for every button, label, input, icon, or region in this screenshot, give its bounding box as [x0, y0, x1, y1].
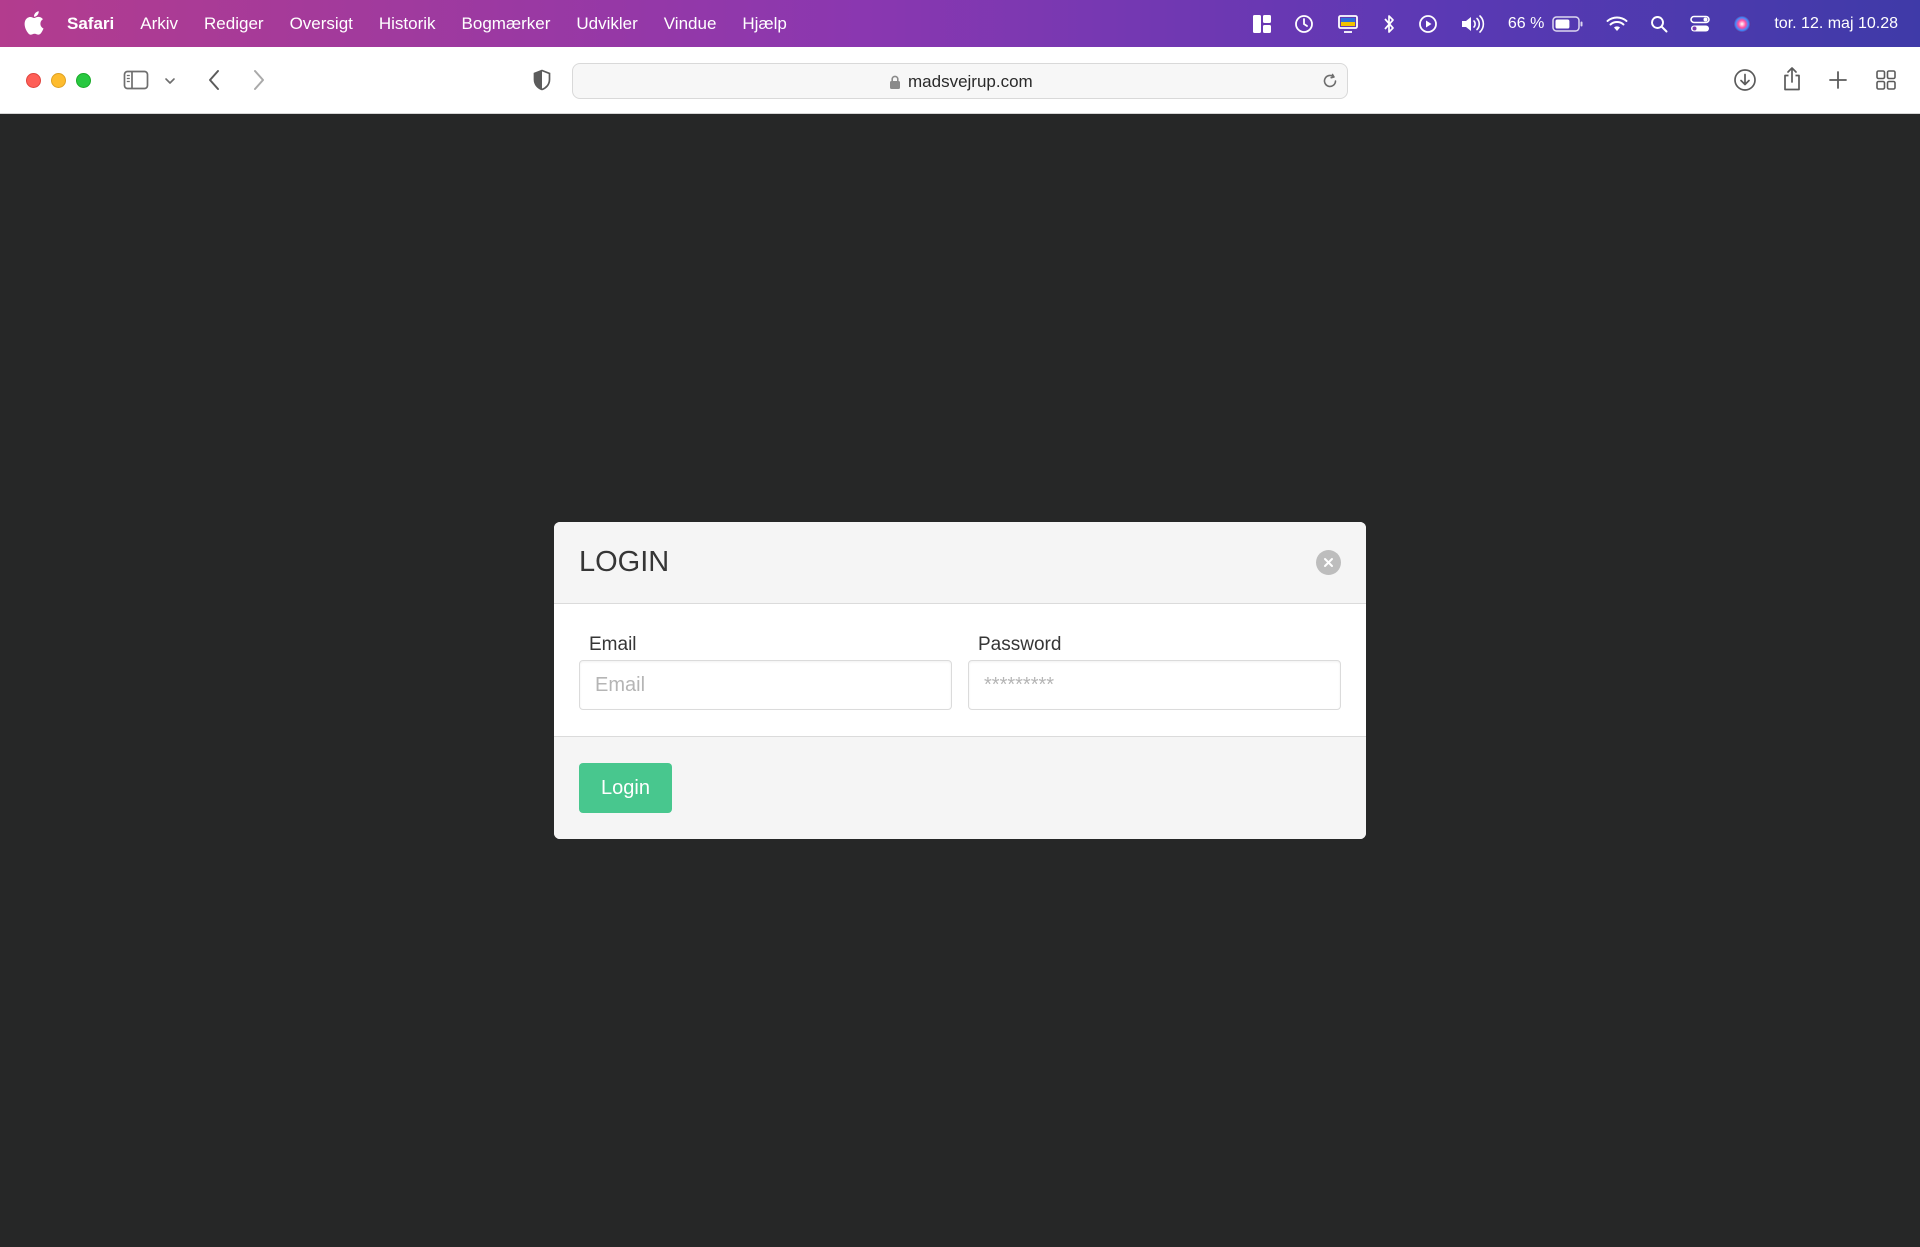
password-label: Password	[978, 634, 1062, 655]
app-menus: Safari Arkiv Rediger Oversigt Historik B…	[67, 0, 813, 47]
bluetooth-icon[interactable]	[1382, 14, 1396, 34]
menu-oversigt[interactable]: Oversigt	[290, 14, 353, 34]
menu-udvikler[interactable]: Udvikler	[576, 14, 637, 34]
menu-arkiv[interactable]: Arkiv	[140, 14, 178, 34]
control-center-icon[interactable]	[1690, 15, 1711, 33]
display-icon[interactable]	[1336, 14, 1360, 34]
password-field[interactable]	[968, 660, 1341, 710]
zoom-window-button[interactable]	[76, 73, 91, 88]
modal-title: LOGIN	[579, 546, 670, 578]
address-bar[interactable]: madsvejrup.com	[572, 63, 1348, 99]
play-icon[interactable]	[1418, 14, 1438, 34]
siri-icon[interactable]	[1732, 14, 1752, 34]
chevron-down-icon[interactable]	[163, 74, 177, 88]
status-area: 66 % tor. 12. maj 10.28	[1230, 0, 1898, 47]
menu-historik[interactable]: Historik	[379, 14, 436, 34]
wifi-icon[interactable]	[1606, 15, 1628, 33]
back-icon[interactable]	[203, 68, 225, 92]
tab-overview-icon[interactable]	[1874, 68, 1898, 92]
menu-rediger[interactable]: Rediger	[204, 14, 264, 34]
share-icon[interactable]	[1781, 65, 1803, 93]
privacy-shield-icon[interactable]	[531, 68, 553, 92]
plus-icon[interactable]	[1827, 68, 1849, 92]
battery-icon[interactable]	[1552, 15, 1584, 33]
modal-header: LOGIN	[554, 522, 1366, 604]
menu-vindue[interactable]: Vindue	[664, 14, 717, 34]
url-text: madsvejrup.com	[908, 72, 1033, 91]
menubar-clock[interactable]: tor. 12. maj 10.28	[1774, 15, 1898, 33]
browser-toolbar: madsvejrup.com	[0, 47, 1920, 114]
login-modal: LOGIN Email Password Login	[554, 522, 1366, 839]
menubar: Safari Arkiv Rediger Oversigt Historik B…	[0, 0, 1920, 47]
volume-icon[interactable]	[1460, 14, 1486, 34]
apple-icon[interactable]	[24, 11, 44, 35]
menu-bogmaerker[interactable]: Bogmærker	[462, 14, 551, 34]
menu-app-name[interactable]: Safari	[67, 14, 114, 34]
lock-icon	[889, 75, 901, 94]
layout-icon[interactable]	[1252, 14, 1272, 34]
forward-icon[interactable]	[248, 68, 270, 92]
battery-percent: 66 %	[1507, 14, 1545, 32]
menu-hjaelp[interactable]: Hjælp	[742, 14, 786, 34]
modal-footer: Login	[554, 736, 1366, 839]
spotlight-icon[interactable]	[1650, 15, 1668, 33]
close-icon[interactable]	[1316, 550, 1341, 575]
download-icon[interactable]	[1733, 68, 1757, 92]
email-label: Email	[589, 634, 637, 655]
time-machine-icon[interactable]	[1294, 14, 1314, 34]
email-field[interactable]	[579, 660, 952, 710]
minimize-window-button[interactable]	[51, 73, 66, 88]
close-window-button[interactable]	[26, 73, 41, 88]
login-button[interactable]: Login	[579, 763, 672, 813]
reload-icon[interactable]	[1321, 72, 1339, 95]
sidebar-icon[interactable]	[123, 68, 149, 92]
